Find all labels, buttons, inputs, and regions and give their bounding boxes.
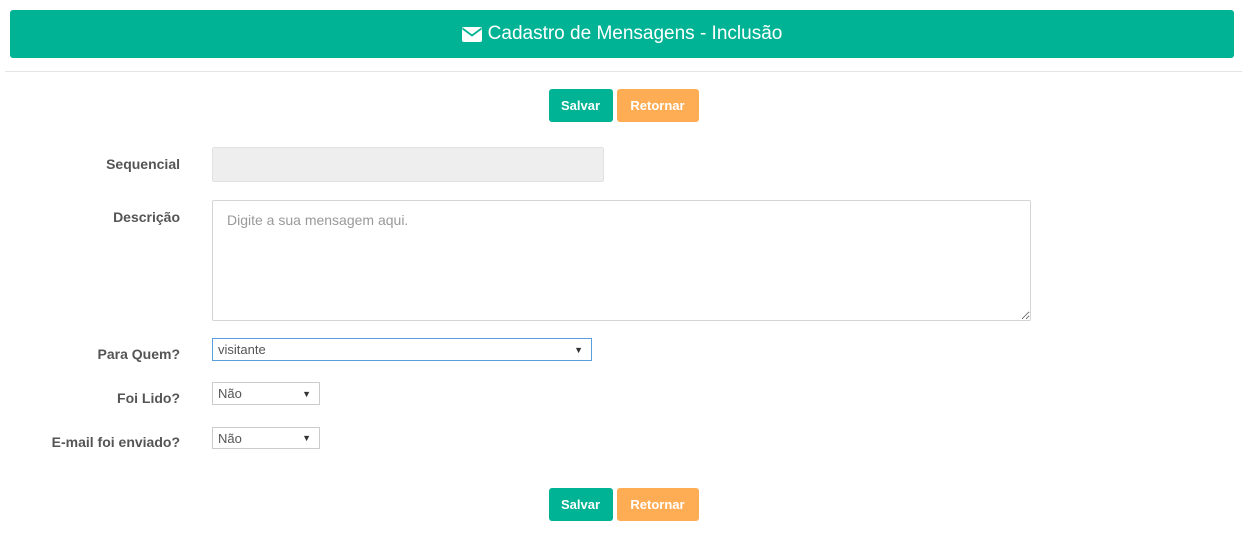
para-quem-value: visitante — [218, 342, 266, 357]
save-button[interactable]: Salvar — [548, 488, 613, 521]
dropdown-arrow-icon: ▼ — [574, 344, 583, 355]
email-enviado-value: Não — [218, 430, 242, 446]
email-enviado-select[interactable]: Não ▼ — [212, 427, 320, 449]
dropdown-arrow-icon: ▼ — [302, 433, 311, 443]
descricao-label: Descrição — [113, 209, 180, 225]
top-actions: Salvar Retornar — [0, 89, 1247, 122]
para-quem-label: Para Quem? — [97, 346, 180, 362]
email-enviado-label: E-mail foi enviado? — [51, 434, 180, 450]
sequencial-label: Sequencial — [106, 156, 180, 172]
page-title: Cadastro de Mensagens - Inclusão — [487, 23, 783, 44]
back-button[interactable]: Retornar — [616, 488, 699, 521]
header-divider — [5, 71, 1242, 72]
envelope-icon — [461, 26, 482, 42]
para-quem-select[interactable]: visitante ▼ — [212, 338, 592, 361]
dropdown-arrow-icon: ▼ — [302, 388, 311, 399]
back-button[interactable]: Retornar — [616, 89, 699, 122]
foi-lido-select[interactable]: Não ▼ — [212, 382, 320, 405]
save-button[interactable]: Salvar — [548, 89, 613, 122]
page-header: Cadastro de Mensagens - Inclusão — [10, 10, 1234, 58]
bottom-actions: Salvar Retornar — [0, 488, 1247, 521]
sequencial-field — [212, 147, 604, 182]
foi-lido-value: Não — [218, 386, 242, 401]
page: Cadastro de Mensagens - Inclusão Salvar … — [0, 0, 1247, 541]
descricao-textarea[interactable] — [212, 200, 1031, 321]
foi-lido-label: Foi Lido? — [117, 390, 180, 406]
